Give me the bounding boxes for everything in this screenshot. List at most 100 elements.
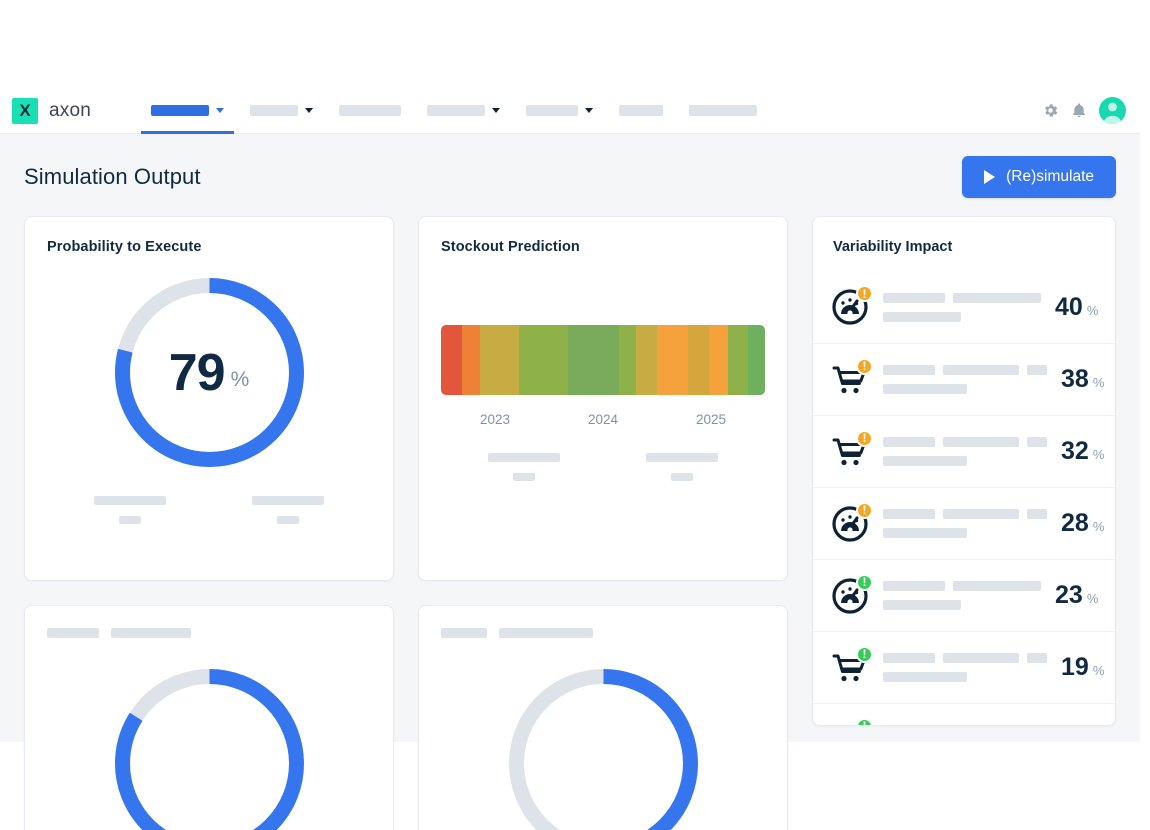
title-placeholder-bar: [441, 628, 487, 638]
card-bottom-left-title-placeholder: [25, 606, 393, 638]
row-placeholder-bars: [883, 292, 1041, 322]
placeholder-bar: [883, 365, 935, 375]
placeholder-bar: [883, 456, 967, 466]
placeholder-bar: [943, 509, 1019, 519]
row-placeholder-row: [883, 725, 1047, 726]
nav-item-7[interactable]: [687, 88, 759, 134]
nav-item-label-placeholder: [689, 105, 758, 116]
row-placeholder-bars: [883, 725, 1047, 726]
placeholder-bar: [1027, 509, 1047, 519]
heatmap-year-label: 2025: [695, 412, 727, 427]
row-placeholder-row: [883, 365, 1047, 375]
footer-placeholder-group: [94, 496, 166, 524]
nav-item-5[interactable]: [524, 88, 595, 134]
row-value: 32: [1061, 437, 1089, 465]
footer-placeholder-group: [252, 496, 324, 524]
card-title-probability: Probability to Execute: [47, 239, 202, 255]
variability-row[interactable]: ! 19%: [813, 631, 1115, 703]
row-value: 28: [1061, 509, 1089, 537]
variability-row[interactable]: ! 12%: [813, 703, 1115, 726]
placeholder-bar: [883, 384, 967, 394]
cart-icon: !: [831, 429, 873, 471]
panel-title: Variability Impact: [833, 239, 953, 255]
variability-row[interactable]: ! 38%: [813, 343, 1115, 415]
nav-item-2[interactable]: [248, 88, 315, 134]
status-badge: !: [856, 501, 873, 519]
placeholder-bar: [943, 653, 1019, 663]
variability-row[interactable]: ! 40%: [813, 271, 1115, 343]
placeholder-bar: [883, 725, 935, 726]
bell-icon[interactable]: [1071, 102, 1087, 119]
row-unit: %: [1086, 591, 1099, 606]
variability-row[interactable]: ! 32%: [813, 415, 1115, 487]
chevron-down-icon: [492, 108, 501, 113]
row-placeholder-row: [883, 509, 1047, 519]
nav-item-4[interactable]: [425, 88, 502, 134]
resimulate-button[interactable]: (Re)simulate: [962, 156, 1116, 198]
stockout-heatmap[interactable]: [441, 325, 765, 395]
page-title: Simulation Output: [24, 164, 201, 189]
row-placeholder-row: [883, 653, 1047, 663]
placeholder-bar: [883, 509, 935, 519]
row-value-group: 12%: [1061, 725, 1104, 726]
gear-icon[interactable]: [1042, 102, 1059, 119]
nav-item-label-placeholder: [339, 105, 402, 116]
placeholder-bar-small: [277, 516, 299, 524]
title-placeholder-bar: [47, 628, 99, 638]
placeholder-bar: [883, 672, 967, 682]
row-placeholder-bars: [883, 581, 1041, 610]
row-unit: %: [1092, 519, 1105, 534]
resimulate-label: (Re)simulate: [1006, 168, 1094, 185]
title-placeholder-bar: [499, 628, 593, 638]
avatar[interactable]: [1099, 97, 1126, 124]
footer-placeholder-group: [488, 453, 560, 481]
nav-item-6[interactable]: [617, 88, 665, 134]
status-badge: !: [856, 357, 873, 375]
cart-icon: !: [831, 645, 873, 687]
nav-item-label-placeholder: [526, 105, 579, 116]
row-placeholder-bars: [883, 509, 1047, 538]
heatmap-segment: [461, 325, 481, 395]
brand-logo[interactable]: X axon: [12, 97, 91, 124]
play-icon: [984, 170, 996, 184]
placeholder-bar: [646, 453, 718, 462]
top-card-row: Probability to Execute 79 % Stockout Pre…: [24, 216, 788, 581]
status-badge: !: [856, 429, 873, 447]
nav-item-3[interactable]: [337, 88, 403, 134]
row-value: 23: [1055, 581, 1083, 609]
card-stockout-prediction: Stockout Prediction 2023 2024 2025: [418, 216, 788, 581]
status-badge: !: [856, 717, 873, 725]
panel-variability-impact[interactable]: Variability Impact ! 40% ! 38% ! 32% ! 28% !…: [812, 216, 1116, 726]
chevron-down-icon: [585, 108, 594, 113]
title-placeholder-bar: [111, 628, 191, 638]
placeholder-bar: [1027, 653, 1047, 663]
heatmap-segment: [480, 325, 520, 395]
dashboard-grid: Probability to Execute 79 % Stockout Pre…: [0, 198, 1140, 830]
row-unit: %: [1086, 302, 1099, 318]
row-placeholder-row: [883, 581, 1041, 591]
placeholder-bar: [883, 311, 961, 322]
placeholder-bar: [883, 437, 935, 447]
placeholder-bar-small: [513, 473, 535, 481]
placeholder-bar: [943, 437, 1019, 447]
card-probability-to-execute: Probability to Execute 79 %: [24, 216, 394, 581]
placeholder-bar: [943, 725, 1019, 726]
brand-mark-icon: X: [12, 97, 38, 124]
nav-item-1[interactable]: [141, 88, 235, 134]
row-unit: %: [1092, 375, 1105, 390]
placeholder-bar: [1027, 725, 1047, 726]
heatmap-segment: [619, 325, 637, 395]
variability-row[interactable]: ! 23%: [813, 559, 1115, 631]
heatmap-segment: [748, 325, 765, 395]
variability-row[interactable]: ! 28%: [813, 487, 1115, 559]
donut-svg-bottom-left: [114, 669, 304, 830]
row-placeholder-bars: [883, 365, 1047, 394]
probability-footer-placeholders: [25, 496, 393, 524]
probability-value: 79: [168, 343, 226, 402]
cart-icon: !: [831, 357, 873, 399]
footer-placeholder-group: [646, 453, 718, 481]
nav-item-label-placeholder: [151, 105, 210, 116]
placeholder-bar: [943, 365, 1019, 375]
bottom-card-row: [24, 605, 788, 830]
probability-value-group: 79 %: [112, 275, 307, 470]
